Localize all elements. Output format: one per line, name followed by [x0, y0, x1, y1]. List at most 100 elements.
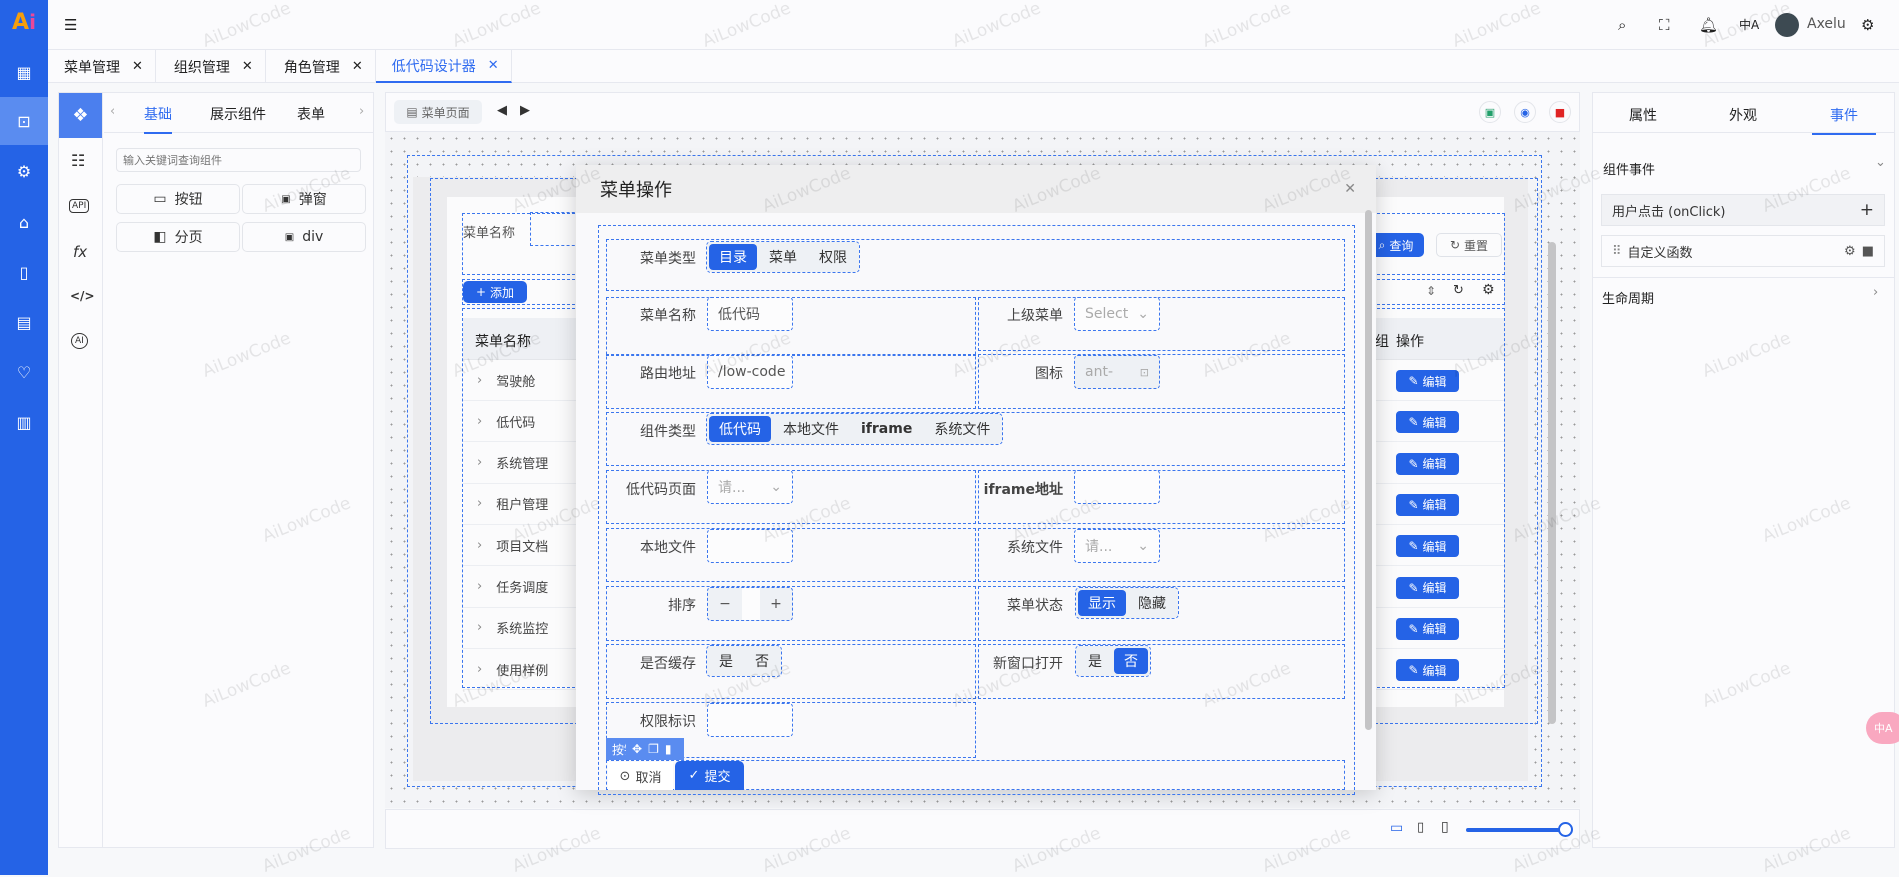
component-div[interactable]: ▣ div [242, 222, 366, 252]
calendar-icon[interactable]: ▤ [0, 298, 48, 346]
expand-icon[interactable]: › [477, 620, 482, 635]
tab-events[interactable]: 事件 [1812, 105, 1876, 135]
terminal-icon[interactable]: ⊡ [0, 97, 48, 145]
settings-icon[interactable]: ⚙ [1844, 244, 1856, 259]
search-input[interactable] [530, 212, 580, 246]
component-modal[interactable]: ▣ 弹窗 [242, 184, 366, 214]
desktop-icon[interactable]: ▭ [1390, 820, 1403, 836]
page-selector[interactable]: ▤ 菜单页面 [394, 100, 482, 124]
undo-icon[interactable]: ◀ [497, 103, 507, 118]
gear-icon[interactable]: ⚙ [0, 147, 48, 195]
expand-icon[interactable]: › [477, 662, 482, 677]
close-icon[interactable]: ✕ [242, 59, 253, 74]
mobile-icon[interactable]: ▯ [1441, 819, 1449, 835]
bell-icon[interactable]: 🔔︎ [1699, 16, 1718, 34]
close-icon[interactable]: ✕ [352, 59, 363, 74]
canvas-scrollbar[interactable] [1548, 242, 1556, 724]
search-icon[interactable]: ⌕ [1618, 16, 1626, 34]
edit-button[interactable]: ✎ 编辑 [1396, 370, 1459, 392]
component-type-segmented[interactable]: 低代码 本地文件 iframe 系统文件 [705, 413, 1004, 445]
outline-tree-icon[interactable]: ☷ [71, 151, 85, 170]
edit-button[interactable]: ✎ 编辑 [1396, 411, 1459, 434]
close-icon[interactable]: ✕ [488, 58, 499, 73]
chevron-right-icon[interactable]: › [1873, 285, 1878, 300]
close-icon[interactable]: ✕ [1344, 181, 1356, 197]
tab-lowcode-designer[interactable]: 低代码设计器 ✕ [375, 50, 512, 83]
edit-button[interactable]: ✎ 编辑 [1396, 535, 1459, 558]
option-permission[interactable]: 权限 [809, 244, 857, 270]
component-button[interactable]: ▭ 按钮 [116, 184, 240, 214]
menu-name-input[interactable]: 低代码 [707, 297, 793, 331]
minus-button[interactable]: − [708, 596, 742, 612]
ai-icon[interactable]: AI [71, 333, 88, 349]
tab-form[interactable]: 表单 [297, 104, 325, 124]
expand-icon[interactable]: › [477, 455, 482, 470]
trash-icon[interactable]: ▮ [665, 742, 672, 756]
components-icon[interactable]: ❖ [59, 93, 102, 138]
menu-status-segmented[interactable]: 显示 隐藏 [1075, 587, 1179, 619]
zoom-slider[interactable] [1466, 828, 1566, 832]
option-show[interactable]: 显示 [1078, 590, 1126, 616]
edit-button[interactable]: ✎ 编辑 [1396, 493, 1459, 516]
reset-button[interactable]: ↻ 重置 [1436, 233, 1502, 257]
edit-button[interactable]: ✎ 编辑 [1396, 452, 1459, 475]
new-window-segmented[interactable]: 是否 [1075, 645, 1151, 677]
option-iframe[interactable]: iframe [851, 416, 922, 442]
tab-properties[interactable]: 属性 [1629, 105, 1657, 125]
tab-appearance[interactable]: 外观 [1729, 105, 1757, 125]
order-stepper[interactable]: − + [707, 587, 793, 621]
system-file-select[interactable]: 请... ⌄ [1074, 529, 1160, 563]
tab-display[interactable]: 展示组件 [210, 104, 266, 124]
chevron-left-icon[interactable]: ‹ [110, 104, 115, 119]
expand-icon[interactable]: › [477, 373, 482, 388]
cancel-button[interactable]: ⊙ 取消 [608, 762, 673, 790]
option-directory[interactable]: 目录 [709, 244, 757, 270]
expand-icon[interactable]: › [477, 496, 482, 511]
menu-type-segmented[interactable]: 目录 菜单 权限 [706, 241, 860, 273]
cache-segmented[interactable]: 是否 [706, 645, 782, 677]
icon-picker[interactable]: ant- ⊡ [1074, 355, 1160, 389]
tab-role-management[interactable]: 角色管理 ✕ [266, 50, 376, 83]
settings-icon[interactable]: ⚙ [1861, 16, 1874, 34]
terminal-icon[interactable]: ⊡ [1140, 366, 1149, 379]
add-handler-icon[interactable]: + [1860, 200, 1874, 220]
redo-icon[interactable]: ▶ [520, 103, 530, 118]
option-yes[interactable]: 是 [709, 648, 743, 674]
menu-fold-icon[interactable]: ☰ [64, 16, 77, 34]
option-yes[interactable]: 是 [1078, 648, 1112, 674]
move-icon[interactable]: ✥ [632, 742, 642, 756]
add-button[interactable]: + 添加 [463, 281, 527, 303]
tab-org-management[interactable]: 组织管理 ✕ [156, 50, 266, 83]
section-lifecycle[interactable]: 生命周期 [1602, 288, 1654, 307]
option-no[interactable]: 否 [1114, 648, 1148, 674]
translate-icon[interactable]: 中A [1739, 16, 1759, 33]
book-icon[interactable]: ▯ [0, 248, 48, 296]
drag-handle-icon[interactable]: ⠿ [1612, 244, 1622, 259]
query-button[interactable]: ⌕ 查询 [1368, 233, 1424, 257]
expand-icon[interactable]: › [477, 538, 482, 553]
save-icon[interactable]: ▣ [1479, 101, 1501, 123]
copy-icon[interactable]: ❐ [648, 742, 659, 756]
option-local-file[interactable]: 本地文件 [773, 416, 849, 442]
home-icon[interactable]: ⌂ [0, 198, 48, 246]
option-lowcode[interactable]: 低代码 [709, 416, 771, 442]
option-menu[interactable]: 菜单 [759, 244, 807, 270]
edit-button[interactable]: ✎ 编辑 [1396, 576, 1459, 599]
edit-button[interactable]: ✎ 编辑 [1396, 617, 1459, 640]
avatar[interactable] [1775, 13, 1799, 37]
component-search-input[interactable] [116, 148, 361, 172]
option-system-file[interactable]: 系统文件 [924, 416, 1000, 442]
iframe-url-input[interactable] [1074, 470, 1160, 504]
edit-button[interactable]: ✎ 编辑 [1396, 659, 1459, 682]
expand-icon[interactable]: › [477, 414, 482, 429]
chevron-down-icon[interactable]: ⌄ [1875, 155, 1886, 170]
tab-basic[interactable]: 基础 [144, 104, 172, 134]
option-hide[interactable]: 隐藏 [1128, 590, 1176, 616]
docs-icon[interactable]: ▥ [0, 398, 48, 446]
expand-icon[interactable]: › [477, 579, 482, 594]
tab-menu-management[interactable]: 菜单管理 ✕ [48, 50, 156, 83]
column-settings-icon[interactable]: ⚙ [1482, 282, 1495, 298]
api-icon[interactable]: API [69, 199, 90, 213]
component-pagination[interactable]: ◧ 分页 [116, 222, 240, 252]
refresh-icon[interactable]: ↻ [1453, 283, 1464, 298]
